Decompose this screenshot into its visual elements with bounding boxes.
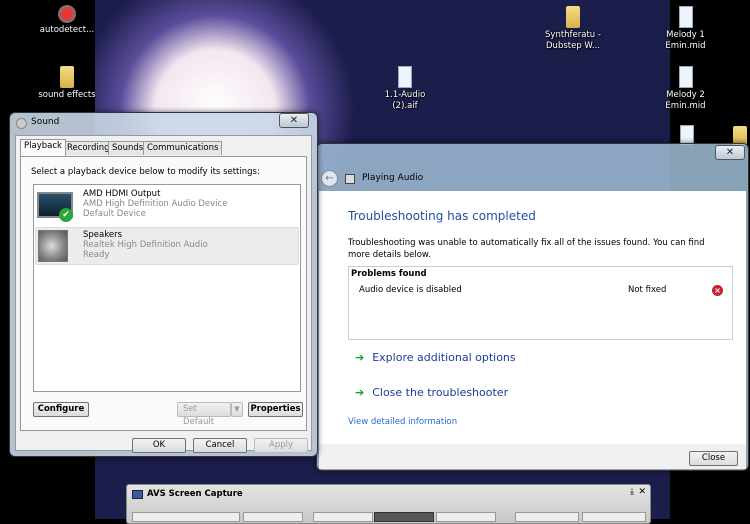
tab-playback[interactable]: Playback [20, 139, 66, 156]
pin-icon[interactable]: ⤓ [630, 487, 634, 497]
device-name: AMD HDMI Output [83, 189, 161, 199]
heading: Troubleshooting has completed [348, 209, 536, 223]
configure-button[interactable]: Configure [33, 402, 89, 417]
toolbar-button[interactable] [132, 512, 240, 522]
instruction: Select a playback device below to modify… [31, 167, 260, 177]
back-arrow-icon[interactable]: ← [321, 170, 338, 187]
problems-box: Problems found Audio device is disabled … [348, 266, 733, 340]
avs-title: AVS Screen Capture [147, 489, 243, 499]
folder-icon [60, 66, 74, 88]
toolbar-button[interactable] [582, 512, 646, 522]
device-driver: Realtek High Definition Audio [83, 240, 208, 250]
device-list[interactable]: ✔ AMD HDMI Output AMD High Definition Aud… [33, 184, 301, 392]
device-driver: AMD High Definition Audio Device [83, 199, 228, 209]
tab-sounds[interactable]: Sounds [108, 141, 148, 155]
file-icon [398, 66, 412, 88]
troubleshooter-window: ✕ ← Playing Audio Troubleshooting has co… [316, 143, 749, 471]
green-arrow-icon: ➔ [355, 351, 365, 364]
problems-header: Problems found [351, 269, 427, 279]
toolbar-button[interactable] [436, 512, 496, 522]
toolbar-button[interactable] [313, 512, 373, 522]
desktop-icon-autodetect[interactable]: autodetect... [37, 5, 97, 36]
description: Troubleshooting was unable to automatica… [348, 238, 705, 260]
speaker-app-icon [16, 118, 27, 129]
window-title: Playing Audio [362, 173, 424, 183]
avs-app-icon [132, 490, 143, 499]
explore-options-link[interactable]: ➔ Explore additional options [355, 351, 516, 364]
device-speakers[interactable]: Speakers Realtek High Definition Audio Rea… [35, 227, 299, 265]
desktop-icon-melody1[interactable]: Melody 1 Emin.mid [658, 6, 713, 52]
desktop-icon-melody2[interactable]: Melody 2 Emin.mid [658, 66, 713, 112]
icon-label: Melody 1 Emin.mid [665, 30, 706, 51]
avs-screen-capture-window: AVS Screen Capture ⤓ ✕ [126, 484, 651, 524]
ok-button[interactable]: OK [132, 438, 186, 453]
device-name: Speakers [83, 230, 123, 240]
icon-label: autodetect... [39, 25, 95, 35]
toolbar-button[interactable] [243, 512, 303, 522]
speaker-icon [38, 230, 68, 262]
desktop-icon-audio-aif[interactable]: 1.1-Audio (2).aif [375, 66, 435, 112]
toolbar-button[interactable] [515, 512, 579, 522]
properties-button[interactable]: Properties [248, 402, 303, 417]
device-status: Default Device [83, 209, 146, 219]
tab-panel: Select a playback device below to modify… [20, 156, 307, 431]
close-icon[interactable]: ✕ [638, 487, 646, 497]
icon-label: 1.1-Audio (2).aif [384, 90, 426, 111]
file-icon [678, 66, 693, 88]
cancel-button[interactable]: Cancel [193, 438, 247, 453]
close-window-button[interactable]: ✕ [715, 145, 745, 160]
troubleshooter-app-icon [345, 174, 355, 184]
device-amd-hdmi[interactable]: ✔ AMD HDMI Output AMD High Definition Aud… [35, 186, 299, 226]
toolbar-button[interactable] [374, 512, 434, 522]
device-status: Ready [83, 250, 110, 260]
tab-communications[interactable]: Communications [143, 141, 223, 155]
close-troubleshooter-link[interactable]: ➔ Close the troubleshooter [355, 386, 508, 399]
icon-label: Synthferatu - Dubstep W... [545, 30, 601, 51]
folder-icon [566, 6, 580, 28]
set-default-button[interactable]: Set Default [177, 402, 231, 427]
footer [319, 444, 746, 469]
content-area: Troubleshooting has completed Troublesho… [319, 191, 746, 444]
problem-status: Not fixed [628, 285, 667, 295]
file-icon [678, 6, 693, 28]
green-arrow-icon: ➔ [355, 386, 365, 399]
close-dialog-button[interactable]: ✕ [279, 113, 309, 128]
dialog-title: Sound [31, 117, 60, 127]
apply-button[interactable]: Apply [254, 438, 308, 453]
close-button[interactable]: Close [689, 451, 738, 466]
option-label: Explore additional options [372, 351, 516, 364]
icon-label: sound effects [38, 90, 96, 100]
file-icon[interactable] [680, 125, 694, 145]
option-label: Close the troubleshooter [372, 386, 509, 399]
error-icon: × [712, 285, 723, 296]
view-detailed-information-link[interactable]: View detailed information [348, 417, 457, 427]
desktop-icon-synthferatu[interactable]: Synthferatu - Dubstep W... [542, 6, 604, 52]
tab-recording[interactable]: Recording [63, 141, 114, 155]
dialog-body: Select a playback device below to modify… [15, 135, 312, 453]
app-icon [58, 5, 76, 23]
set-default-dropdown-icon[interactable]: ▼ [231, 402, 243, 417]
desktop-icon-sound-effects[interactable]: sound effects [37, 66, 97, 101]
default-check-icon: ✔ [59, 208, 73, 222]
problem-issue: Audio device is disabled [359, 285, 462, 295]
sound-dialog: Sound ✕ Select a playback device below t… [9, 112, 318, 457]
icon-label: Melody 2 Emin.mid [665, 90, 706, 111]
